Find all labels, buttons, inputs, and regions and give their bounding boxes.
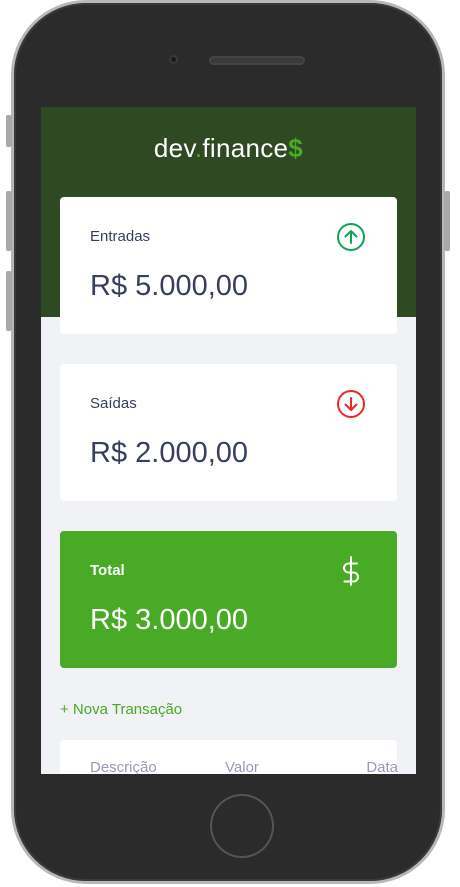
arrow-up-circle-icon [337,223,365,251]
total-card: Total R$ 3.000,00 [60,531,397,668]
transactions-table: Descrição Valor Data [60,740,398,774]
expense-card: Saídas R$ 2.000,00 [60,364,397,501]
total-amount: R$ 3.000,00 [90,604,249,636]
new-transaction-button[interactable]: + Nova Transação [60,701,182,718]
mute-switch [6,115,12,147]
table-header-date: Data [366,759,398,774]
front-camera [169,55,178,64]
home-button[interactable] [210,794,274,858]
expense-amount: R$ 2.000,00 [90,437,249,469]
volume-down-button [6,271,12,331]
income-label: Entradas [90,228,151,245]
expense-label: Saídas [90,395,137,412]
logo-suffix: $ [288,133,304,163]
arrow-down-circle-icon [337,390,365,418]
logo-prefix: dev [153,133,195,163]
logo-main: finance [202,133,289,163]
power-button [444,191,450,251]
table-header-description: Descrição [90,759,157,774]
total-label: Total [90,562,125,579]
table-header-value: Valor [225,759,259,774]
dollar-sign-icon [343,556,359,586]
income-card: Entradas R$ 5.000,00 [60,197,397,334]
app-logo: dev.finance$ [41,133,416,164]
volume-up-button [6,191,12,251]
earpiece-speaker [209,56,305,65]
app-screen: dev.finance$ Entradas R$ 5.000,00 Saídas… [41,107,416,774]
income-amount: R$ 5.000,00 [90,270,249,302]
